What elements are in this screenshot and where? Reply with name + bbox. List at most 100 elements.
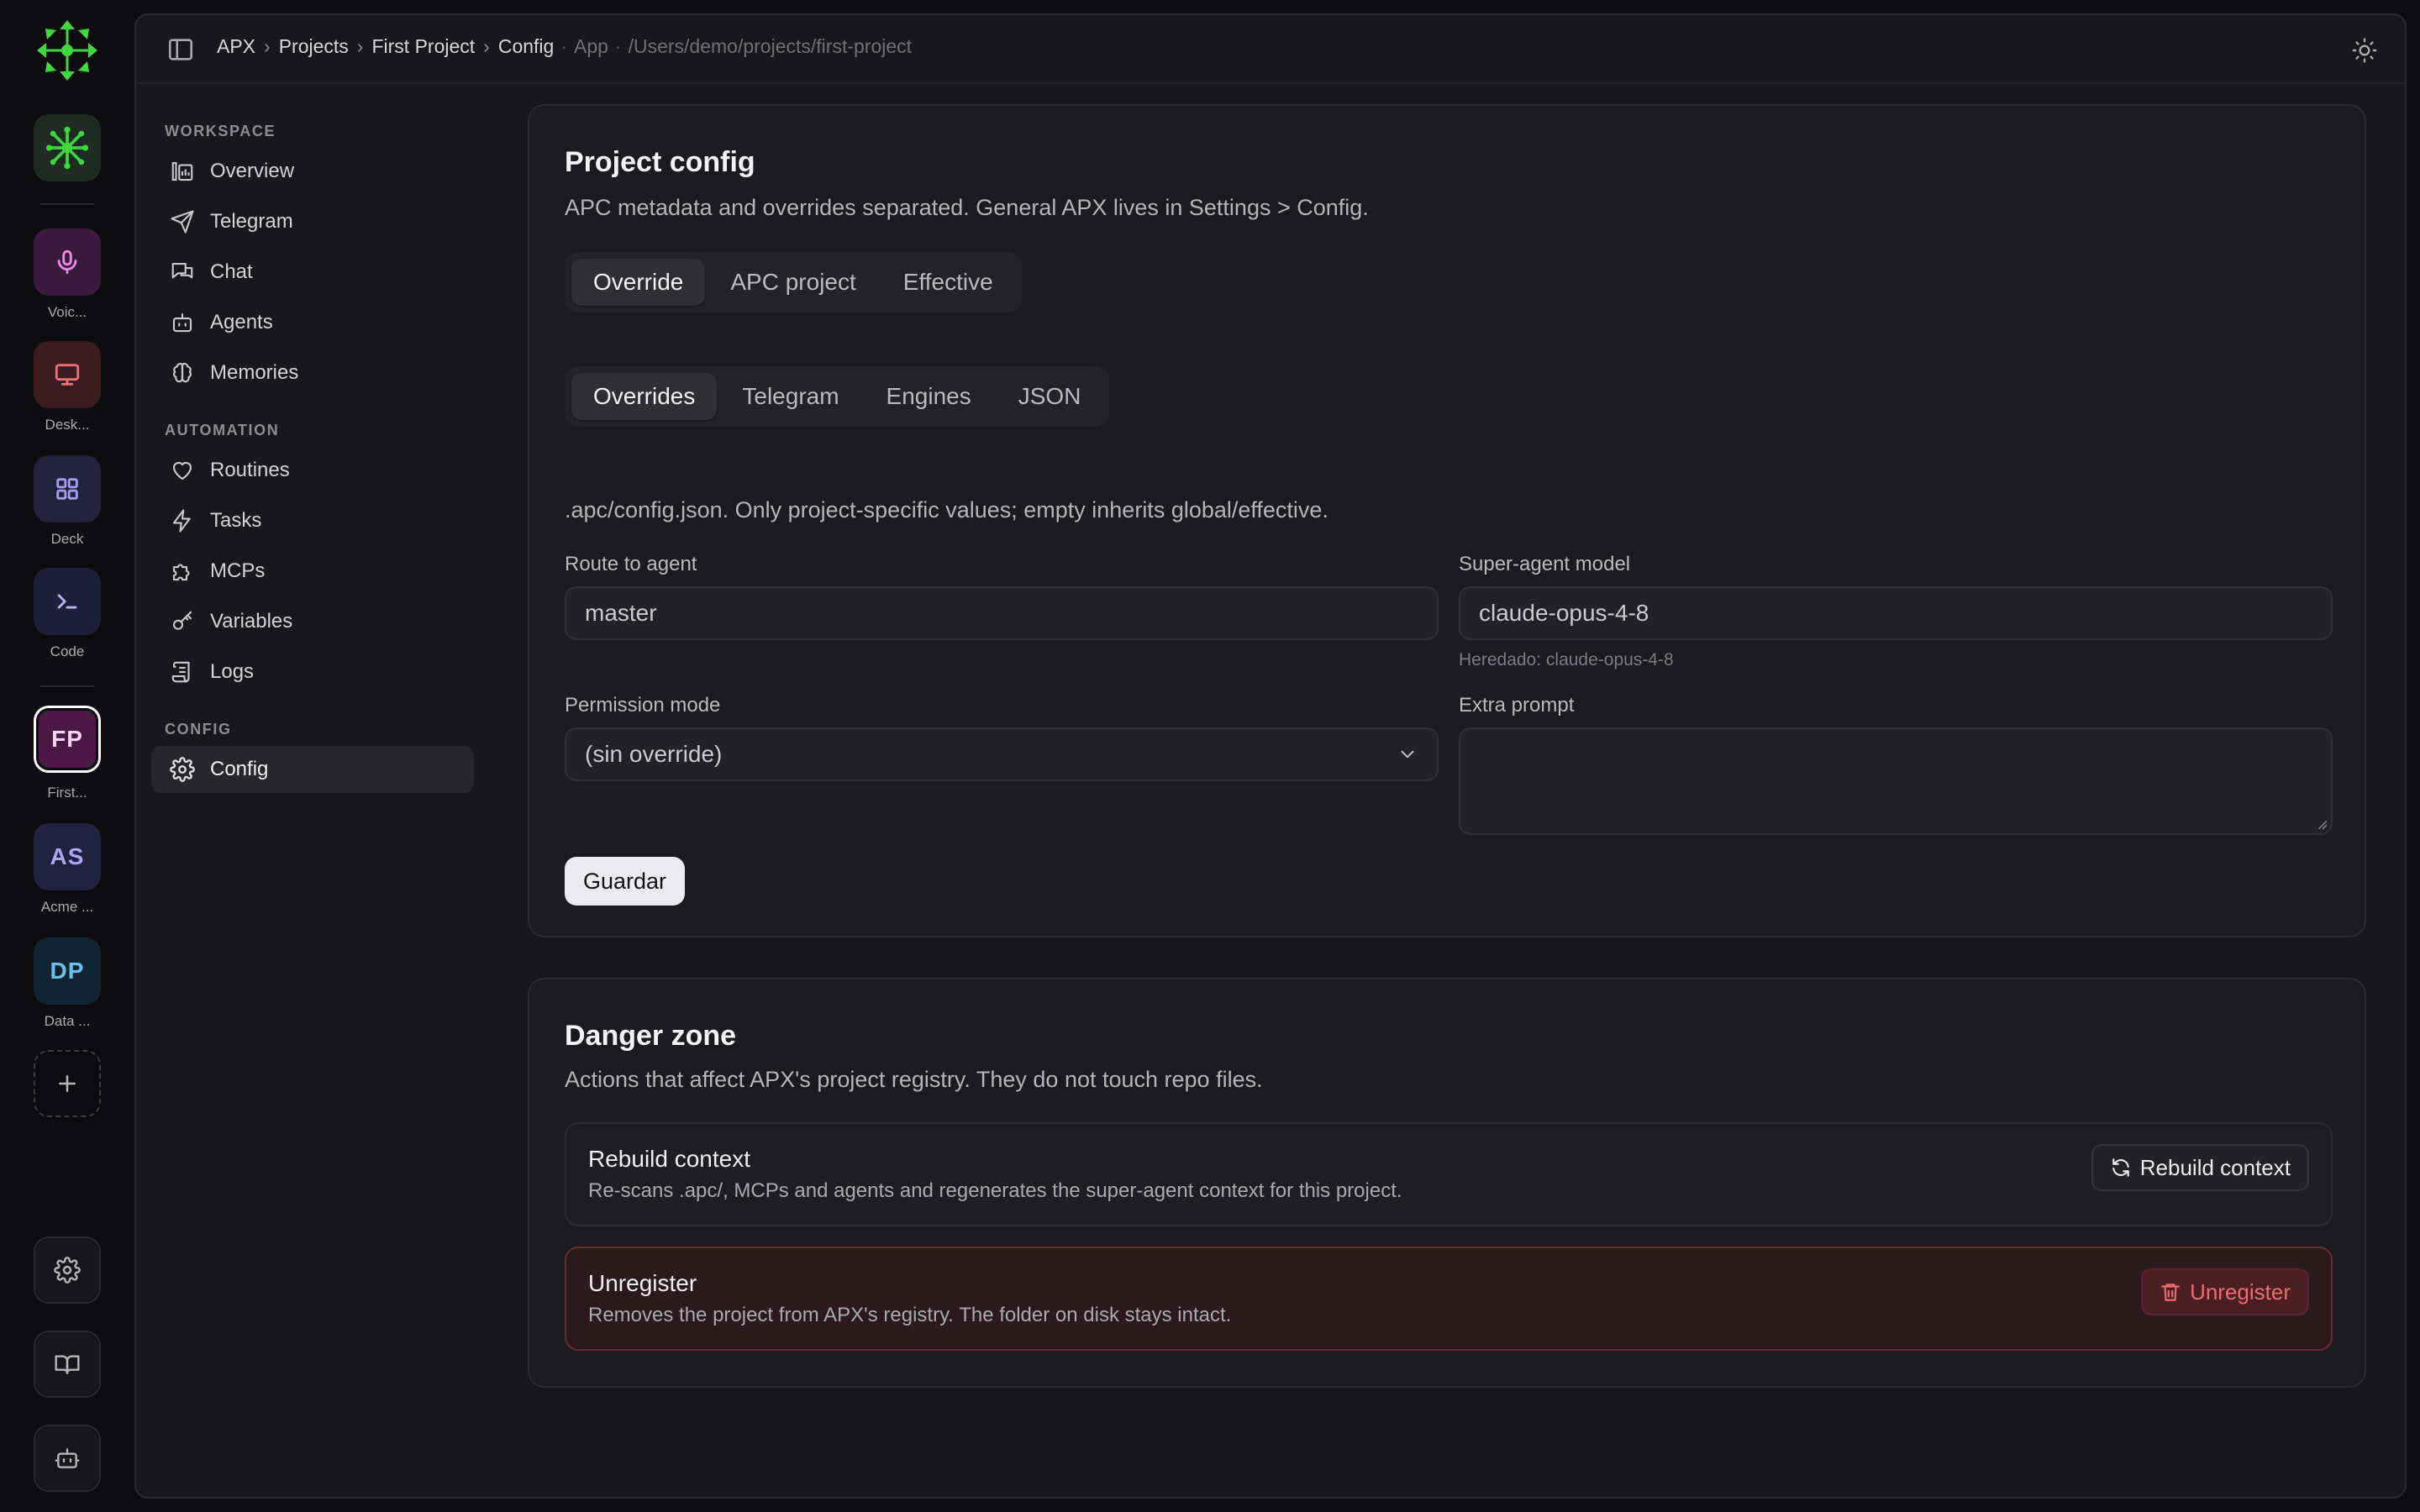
sidebar-item-label: Telegram — [210, 210, 293, 233]
tab-telegram[interactable]: Telegram — [720, 373, 860, 420]
code-app-button[interactable] — [34, 568, 101, 635]
project-config-title: Project config — [565, 146, 755, 178]
breadcrumb-separator: › — [264, 35, 271, 57]
project-button-as[interactable]: AS — [34, 823, 101, 890]
apx-logo[interactable] — [35, 18, 99, 82]
desktop-app-button[interactable] — [34, 341, 101, 408]
route-to-agent-input[interactable]: master — [565, 586, 1439, 640]
unregister-row: Unregister Removes the project from APX'… — [565, 1247, 2333, 1351]
sidebar-item-telegram[interactable]: Telegram — [151, 198, 474, 245]
key-icon — [172, 611, 192, 630]
bot-icon — [172, 312, 192, 333]
super-agent-model-input[interactable]: claude-opus-4-8 — [1459, 586, 2333, 640]
project-label: Acme ... — [40, 899, 94, 915]
send-icon — [171, 210, 194, 234]
permission-mode-select[interactable]: (sin override) — [565, 727, 1439, 781]
unregister-description: Removes the project from APX's registry.… — [588, 1304, 1232, 1326]
super-agent-model-label: Super-agent model — [1459, 553, 1631, 575]
extra-prompt-textarea[interactable] — [1459, 727, 2333, 835]
sidebar-item-memories[interactable]: Memories — [151, 349, 474, 396]
sidebar-item-config[interactable]: Config — [151, 746, 474, 793]
extra-prompt-label: Extra prompt — [1459, 694, 1575, 717]
add-project-button[interactable] — [34, 1050, 101, 1117]
project-initials: FP — [51, 726, 83, 752]
sidebar-item-agents[interactable]: Agents — [151, 299, 474, 346]
breadcrumb-dot: · — [614, 35, 622, 57]
agent-button[interactable] — [34, 1425, 101, 1492]
docs-button[interactable] — [34, 1331, 101, 1398]
grid-icon — [56, 478, 78, 500]
tab-json[interactable]: JSON — [997, 373, 1103, 420]
breadcrumb-apx[interactable]: APX — [217, 35, 255, 58]
sidebar-item-variables[interactable]: Variables — [151, 598, 474, 645]
sun-icon[interactable] — [2351, 37, 2378, 64]
rebuild-context-description: Re-scans .apc/, MCPs and agents and rege… — [588, 1179, 1402, 1202]
tab-effective[interactable]: Effective — [881, 259, 1015, 306]
sidebar-item-label: Config — [210, 758, 269, 780]
sidebar: WORKSPACE Overview Telegram Chat Agents — [136, 86, 489, 1497]
tab-override[interactable]: Override — [571, 259, 706, 306]
breadcrumb: APX › Projects › First Project › Config … — [217, 35, 912, 58]
overrides-description: .apc/config.json. Only project-specific … — [565, 497, 1328, 522]
sidebar-item-label: Memories — [210, 361, 299, 384]
sidebar-item-mcps[interactable]: MCPs — [151, 548, 474, 595]
puzzle-icon — [172, 564, 190, 581]
tab-overrides[interactable]: Overrides — [571, 373, 718, 420]
sidebar-item-routines[interactable]: Routines — [151, 447, 474, 494]
heart-icon — [172, 462, 192, 480]
main-window: APX › Projects › First Project › Config … — [134, 13, 2407, 1499]
deck-app-label: Deck — [50, 531, 84, 547]
unregister-button-label: Unregister — [2190, 1278, 2291, 1305]
permission-mode-label: Permission mode — [565, 694, 721, 717]
project-button-dp[interactable]: DP — [34, 937, 101, 1005]
breadcrumb-project[interactable]: First Project — [371, 35, 475, 58]
permission-mode-value: (sin override) — [585, 741, 723, 767]
super-agent-model-hint: Heredado: claude-opus-4-8 — [1459, 650, 1674, 669]
sidebar-toggle-icon[interactable] — [166, 35, 195, 64]
gear-icon — [170, 757, 195, 782]
rebuild-context-button[interactable]: Rebuild context — [2091, 1144, 2309, 1191]
breadcrumb-dot: · — [560, 35, 567, 57]
breadcrumb-separator: › — [483, 35, 490, 57]
project-label: First... — [47, 785, 87, 801]
sidebar-item-label: Tasks — [210, 509, 262, 532]
plus-icon — [59, 1075, 76, 1092]
sidebar-item-label: Agents — [210, 311, 273, 333]
project-initials: AS — [50, 843, 85, 869]
super-agent-model-value: claude-opus-4-8 — [1479, 600, 1649, 626]
project-button-fp[interactable]: FP — [34, 706, 101, 773]
breadcrumb-projects[interactable]: Projects — [279, 35, 349, 58]
voice-app-button[interactable] — [34, 228, 101, 296]
project-config-subtitle: APC metadata and overrides separated. Ge… — [565, 195, 1369, 220]
danger-zone-card: Danger zone Actions that affect APX's pr… — [528, 978, 2366, 1388]
refresh-icon — [2112, 1158, 2129, 1177]
sidebar-item-logs[interactable]: Logs — [151, 648, 474, 696]
config-scope-tabs: Override APC project Effective — [565, 252, 1022, 312]
section-title-config: CONFIG — [165, 721, 232, 738]
sidebar-item-chat[interactable]: Chat — [151, 249, 474, 296]
override-section-tabs: Overrides Telegram Engines JSON — [565, 366, 1110, 427]
save-button[interactable]: Guardar — [565, 857, 686, 906]
book-icon — [55, 1355, 80, 1374]
network-icon — [45, 126, 89, 170]
bot-icon — [55, 1448, 80, 1468]
settings-button[interactable] — [34, 1236, 101, 1304]
resize-handle-icon[interactable] — [2316, 818, 2328, 830]
sidebar-item-label: Overview — [210, 160, 295, 182]
top-bar: APX › Projects › First Project › Config … — [136, 15, 2405, 84]
chat-icon — [171, 262, 193, 279]
tab-apc-project[interactable]: APC project — [708, 259, 877, 306]
breadcrumb-config: Config — [497, 35, 555, 57]
code-app-label: Code — [50, 643, 85, 659]
sidebar-item-overview[interactable]: Overview — [151, 148, 474, 195]
sidebar-item-tasks[interactable]: Tasks — [151, 497, 474, 544]
unregister-button[interactable]: Unregister — [2141, 1268, 2309, 1315]
project-config-card: Project config APC metadata and override… — [528, 104, 2366, 937]
lightning-icon — [172, 509, 191, 533]
deck-app-button[interactable] — [34, 455, 101, 522]
breadcrumb-context: App — [573, 35, 608, 57]
hub-button[interactable] — [34, 114, 101, 181]
unregister-title: Unregister — [588, 1270, 697, 1296]
tab-engines[interactable]: Engines — [865, 373, 993, 420]
rail-divider — [40, 203, 94, 205]
